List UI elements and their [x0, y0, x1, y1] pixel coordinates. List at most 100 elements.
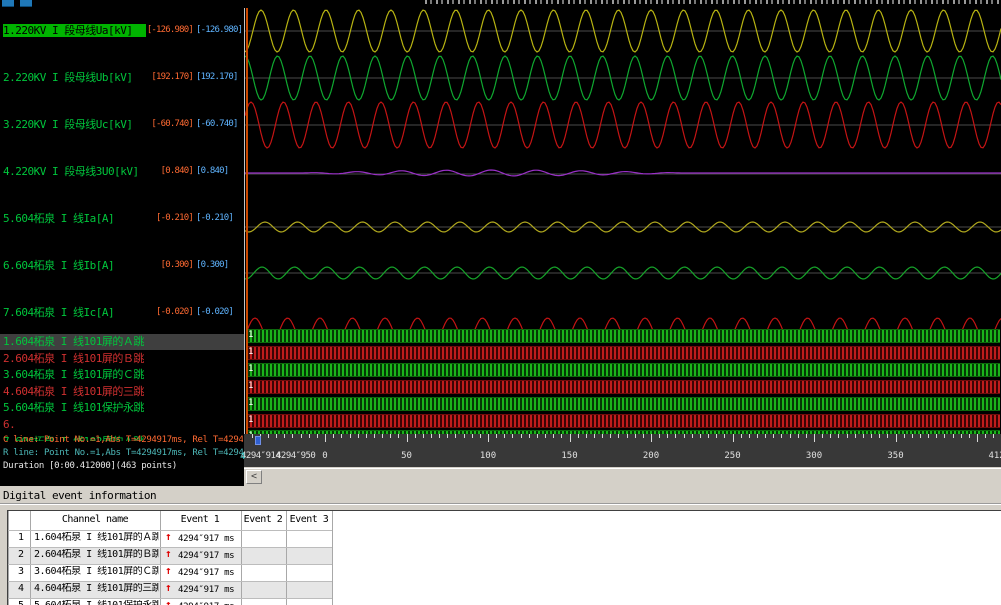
digital-channel-row[interactable]: 2.604柘泉 I 线101屏的Ｂ跳: [0, 351, 244, 367]
axis-label: 300: [806, 451, 822, 461]
axis-tick: [390, 434, 391, 438]
axis-tick: [570, 434, 571, 442]
channel-value-instant: [-0.020]: [145, 306, 193, 319]
digital-channel-row[interactable]: 1.604柘泉 I 线101屏的Ａ跳: [0, 334, 244, 350]
cursor-r-status: R line: Point No.=1,Abs T=4294917ms, Rel…: [3, 447, 243, 460]
axis-tick: [863, 434, 864, 438]
axis-tick: [765, 434, 766, 438]
axis-tick: [953, 434, 954, 438]
axis-tick: [667, 434, 668, 438]
table-grid-vline: [160, 511, 161, 605]
axis-tick: [830, 434, 831, 438]
event-channel-name[interactable]: 3.604柘泉 I 线101屏的Ｃ跳: [34, 566, 159, 578]
analog-channel-row[interactable]: 2.220KV I 段母线Ub[kV][192.170][192.170]: [0, 71, 244, 85]
digital-channel-row[interactable]: 3.604柘泉 I 线101屏的Ｃ跳: [0, 367, 244, 383]
axis-tick: [537, 434, 538, 438]
analog-waveform-plot[interactable]: [245, 8, 1001, 330]
axis-tick: [350, 434, 351, 438]
axis-tick: [904, 434, 905, 438]
axis-tick: [504, 434, 505, 438]
digital-bar: 1: [246, 363, 1000, 377]
digital-bar: 1: [246, 414, 1000, 428]
axis-tick: [757, 434, 758, 438]
axis-tick: [374, 434, 375, 438]
horizontal-scrollbar[interactable]: <: [244, 468, 1001, 483]
axis-tick: [692, 434, 693, 438]
event-channel-name[interactable]: 4.604柘泉 I 线101屏的三跳: [34, 583, 159, 595]
event-channel-name[interactable]: 1.604柘泉 I 线101屏的Ａ跳: [34, 532, 159, 544]
event-channel-name[interactable]: 2.604柘泉 I 线101屏的Ｂ跳: [34, 549, 159, 561]
table-grid-vline: [286, 511, 287, 605]
axis-tick: [578, 434, 579, 438]
digital-channel-row[interactable]: 5.604柘泉 I 线101保护永跳: [0, 400, 244, 416]
event-time: 4294″917 ms: [178, 533, 234, 545]
axis-absolute-label: 4294″914: [241, 451, 280, 461]
axis-tick: [415, 434, 416, 438]
channel-value-instant: [-126.980]: [145, 24, 193, 37]
toolbar-icon-2[interactable]: [20, 0, 32, 7]
axis-tick: [325, 434, 326, 442]
axis-tick: [398, 434, 399, 438]
event-row-number: 3: [18, 566, 24, 578]
cursor-handle[interactable]: [255, 436, 261, 445]
channel-value-cursor: [-0.210]: [196, 212, 244, 225]
channel-value-instant: [192.170]: [145, 71, 193, 84]
axis-tick: [993, 434, 994, 438]
table-grid-vline: [332, 511, 333, 605]
separator-highlight: [0, 504, 1001, 505]
digital-bar: 1: [246, 397, 1000, 411]
analog-channel-row[interactable]: 7.604柘泉 I 线Ic[A][-0.020][-0.020]: [0, 306, 244, 320]
axis-label: 250: [724, 451, 740, 461]
digital-bars-plot[interactable]: 1111111: [245, 329, 1001, 434]
channel-value-cursor: [-0.020]: [196, 306, 244, 319]
axis-tick: [610, 434, 611, 438]
axis-tick: [733, 434, 734, 442]
digital-event-table: Channel nameEvent 1Event 2Event 311.604柘…: [7, 510, 1001, 605]
toolbar-icon-1[interactable]: [2, 0, 14, 7]
axis-tick: [317, 434, 318, 438]
panel-divider[interactable]: [244, 8, 245, 467]
axis-tick: [806, 434, 807, 438]
axis-tick: [651, 434, 652, 442]
analog-channel-row[interactable]: 1.220KV I 段母线Ua[kV][-126.980][-126.980]: [0, 24, 244, 38]
channel-label: 7.604柘泉 I 线Ic[A]: [3, 306, 146, 319]
axis-tick: [814, 434, 815, 442]
event-channel-name[interactable]: 5.604柘泉 I 线101保护永跳: [34, 600, 159, 605]
event-row-number: 4: [18, 583, 24, 595]
axis-tick: [439, 434, 440, 438]
channel-value-cursor: [-126.980]: [196, 24, 244, 37]
axis-tick: [708, 434, 709, 438]
axis-tick: [724, 434, 725, 438]
axis-tick: [618, 434, 619, 438]
channel-value-cursor: [-60.740]: [196, 118, 244, 131]
channel-label: 1.220KV I 段母线Ua[kV]: [3, 24, 146, 37]
table-header-event-1: Event 1: [181, 514, 220, 526]
cursor-time-fragment: 4: [240, 452, 246, 462]
axis-tick: [447, 434, 448, 438]
cursor-c-line[interactable]: [246, 8, 248, 446]
axis-tick: [472, 434, 473, 438]
digital-bar-value: 1: [248, 398, 253, 409]
axis-tick: [741, 434, 742, 438]
analog-channel-row[interactable]: 5.604柘泉 I 线Ia[A][-0.210][-0.210]: [0, 212, 244, 226]
axis-tick: [635, 434, 636, 438]
axis-tick: [928, 434, 929, 438]
axis-label: 412: [988, 451, 1001, 461]
axis-tick: [284, 434, 285, 438]
analog-channel-row[interactable]: 6.604柘泉 I 线Ib[A][0.300][0.300]: [0, 259, 244, 273]
table-grid-vline: [241, 511, 242, 605]
axis-tick: [553, 434, 554, 438]
axis-tick: [643, 434, 644, 438]
axis-tick: [790, 434, 791, 438]
axis-tick: [561, 434, 562, 438]
scroll-left-button[interactable]: <: [246, 470, 262, 484]
digital-channel-row[interactable]: 4.604柘泉 I 线101屏的三跳: [0, 384, 244, 400]
analog-channel-row[interactable]: 3.220KV I 段母线Uc[kV][-60.740][-60.740]: [0, 118, 244, 132]
analog-channel-row[interactable]: 4.220KV I 段母线3U0[kV][0.840][0.840]: [0, 165, 244, 179]
channel-value-cursor: [0.300]: [196, 259, 244, 272]
axis-tick: [292, 434, 293, 438]
axis-label: 350: [887, 451, 903, 461]
digital-bar-value: 1: [248, 415, 253, 426]
digital-channel-row[interactable]: 6.: [0, 417, 244, 433]
event-time: 4294″917 ms: [178, 584, 234, 596]
